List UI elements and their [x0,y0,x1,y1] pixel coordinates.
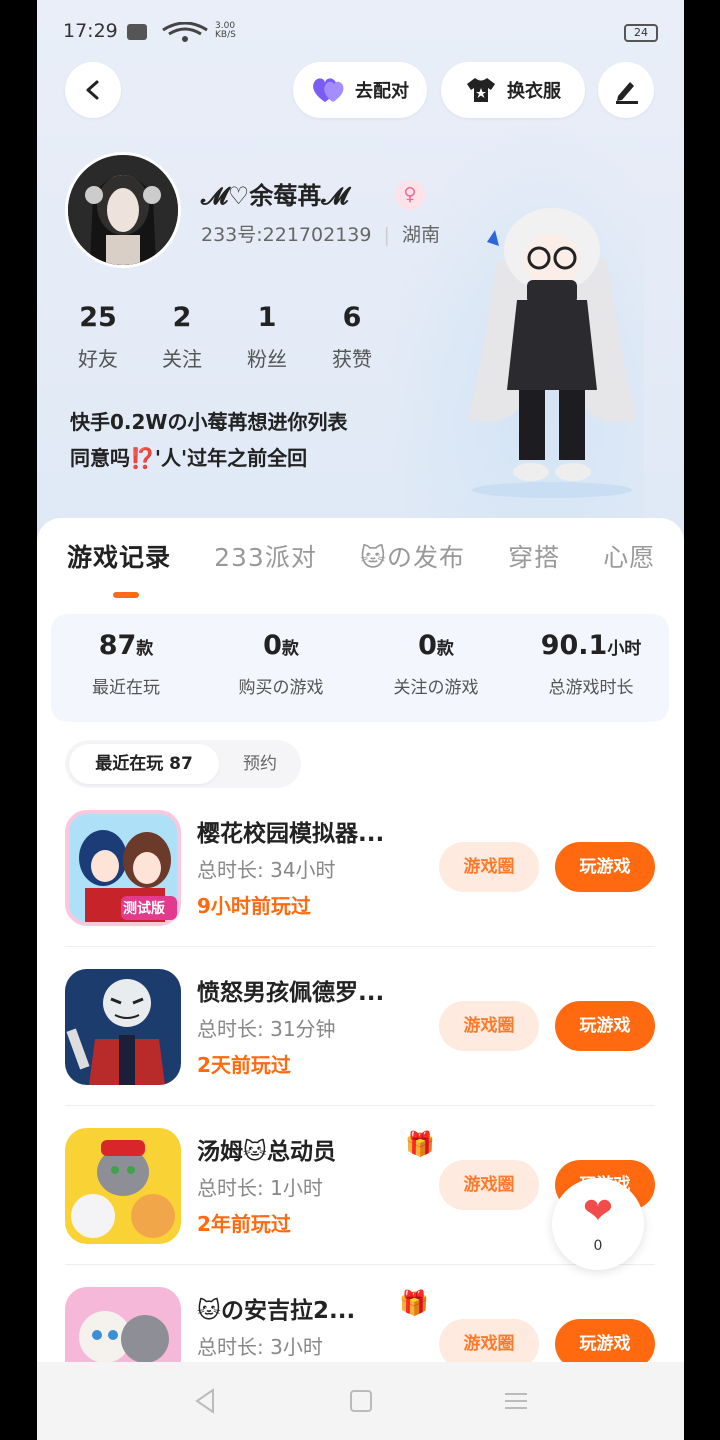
divider [65,946,655,947]
summary-followed[interactable]: 0款 关注の游戏 [361,630,511,698]
game-icon-angry-boy[interactable] [65,969,181,1085]
pair-button[interactable]: 去配对 [293,62,427,118]
game-icon-sakura[interactable]: 测试版 [65,810,181,926]
stat-likes[interactable]: 6 获赞 [312,302,392,372]
filter-toggle: 最近在玩 87 预约 [65,740,301,788]
pair-label: 去配对 [355,81,409,102]
change-clothes-button[interactable]: 换衣服 [441,62,585,118]
heart-pair-icon [313,78,344,102]
game-last-played: 2天前玩过 [197,1053,291,1077]
stat-following[interactable]: 2 关注 [142,302,222,372]
profile-header: 17:29 3.00 KB/S 24 去配对 换衣服 𝓜♡余莓苒𝓜 ♀ 233号… [37,0,684,540]
tab-bar: 游戏记录 233派对 🐱の发布 穿搭 心愿 [67,538,684,578]
chevron-left-icon [86,80,99,100]
play-game-button[interactable]: 玩游戏 [555,1001,655,1051]
filter-reserved[interactable]: 预约 [225,744,295,784]
phone-screen: 17:29 3.00 KB/S 24 去配对 换衣服 𝓜♡余莓苒𝓜 ♀ 233号… [37,0,684,1440]
edit-icon [616,82,638,104]
location: 湖南 [401,224,440,246]
avatar-image [68,155,178,265]
tab-indicator [113,592,139,598]
like-count: 0 [593,1238,603,1254]
user-id: 233号:221702139 [201,224,372,246]
game-summary: 87款 最近在玩 0款 购买の游戏 0款 关注の游戏 90.1小时 总游戏时长 [51,614,669,722]
tab-wishes[interactable]: 心愿 [603,538,655,574]
stat-friends[interactable]: 25 好友 [58,302,138,372]
summary-recent[interactable]: 87款 最近在玩 [51,630,201,698]
game-circle-button[interactable]: 游戏圈 [439,842,539,892]
female-icon: ♀ [395,180,425,210]
wifi-icon [162,22,208,42]
back-button[interactable] [65,62,121,118]
gift-icon: 🎁 [399,1289,429,1317]
game-name: 樱花校园模拟器... [197,821,385,847]
edit-profile-button[interactable] [598,62,654,118]
game-name: 汤姆🐱总动员 [197,1139,336,1165]
notification-icon [127,24,147,40]
summary-purchased[interactable]: 0款 购买の游戏 [206,630,356,698]
divider [65,1105,655,1106]
avatar-character[interactable] [457,190,647,500]
user-id-line: 233号:221702139 | 湖南 [201,224,440,246]
summary-playtime[interactable]: 90.1小时 总游戏时长 [516,630,666,698]
game-circle-button[interactable]: 游戏圈 [439,1001,539,1051]
bio: 快手0.2Wの小莓苒想进你列表 同意吗⁉️'人'过年之前全回 [70,410,348,470]
heart-icon: ❤ [582,1191,614,1232]
shirt-icon [467,78,495,102]
game-last-played: 2年前玩过 [197,1212,291,1236]
content-panel: 游戏记录 233派对 🐱の发布 穿搭 心愿 87款 最近在玩 0款 购买の游戏 … [37,518,684,1440]
game-last-played: 9小时前玩过 [197,894,311,918]
status-bar: 17:29 3.00 KB/S 24 [63,18,658,48]
nav-back-icon[interactable] [191,1386,221,1416]
system-nav-bar [37,1362,684,1440]
dress-label: 换衣服 [507,81,561,102]
game-name: 愤怒男孩佩德罗... [197,980,385,1006]
game-icon-tom-friends[interactable] [65,1128,181,1244]
game-duration: 总时长: 3小时 [197,1335,323,1359]
divider [65,1264,655,1265]
tab-game-records[interactable]: 游戏记录 [67,538,171,574]
stat-followers[interactable]: 1 粉丝 [227,302,307,372]
tab-233-party[interactable]: 233派对 [214,538,317,574]
tab-posts[interactable]: 🐱の发布 [360,538,465,574]
game-circle-button[interactable]: 游戏圈 [439,1160,539,1210]
game-duration: 总时长: 34小时 [197,858,336,882]
game-name: 🐱の安吉拉2... [197,1298,356,1324]
filter-recent[interactable]: 最近在玩 87 [69,744,219,784]
game-duration: 总时长: 31分钟 [197,1017,336,1041]
battery-icon: 24 [624,24,658,42]
tab-outfits[interactable]: 穿搭 [508,538,560,574]
status-time: 17:29 [63,20,118,42]
play-game-button[interactable]: 玩游戏 [555,842,655,892]
net-speed: 3.00 KB/S [215,21,236,40]
nav-home-icon[interactable] [346,1386,376,1416]
nickname: 𝓜♡余莓苒𝓜 [201,182,349,210]
game-duration: 总时长: 1小时 [197,1176,323,1200]
avatar[interactable] [65,152,181,268]
like-button[interactable]: ❤ 0 [552,1178,644,1270]
test-badge: 测试版 [123,901,165,917]
gift-icon: 🎁 [405,1130,435,1158]
nav-menu-icon[interactable] [501,1386,531,1416]
